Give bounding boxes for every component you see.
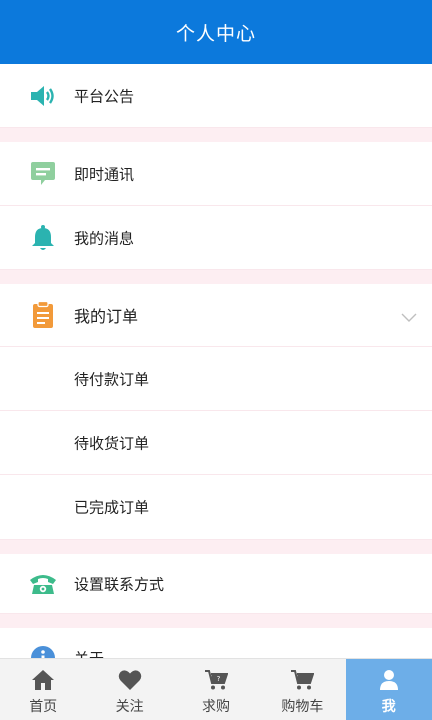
page-title: 个人中心 — [0, 0, 432, 64]
svg-text:?: ? — [217, 675, 221, 683]
about-item[interactable]: 关于 — [0, 628, 432, 658]
section-divider — [0, 540, 432, 554]
tab-home-label: 首页 — [29, 699, 58, 715]
tab-me-label: 我 — [381, 699, 396, 715]
tab-follow-label: 关注 — [115, 699, 144, 715]
phone-icon — [28, 569, 58, 599]
chevron-down-icon[interactable] — [400, 309, 418, 322]
announcement-label: 平台公告 — [74, 87, 135, 105]
tab-wanted[interactable]: ? 求购 — [173, 659, 259, 720]
tab-follow[interactable]: 关注 — [86, 659, 172, 720]
completed-item[interactable]: 已完成订单 — [0, 475, 432, 540]
tab-wanted-label: 求购 — [201, 699, 230, 715]
cart-icon — [290, 669, 315, 691]
heart-icon — [118, 669, 142, 691]
contact-item[interactable]: 设置联系方式 — [0, 554, 432, 614]
messages-label: 我的消息 — [74, 229, 135, 247]
bell-icon — [28, 223, 58, 253]
completed-label: 已完成订单 — [74, 498, 150, 517]
about-label: 关于 — [74, 648, 104, 659]
chat-bubble-icon — [28, 159, 58, 189]
tab-home[interactable]: 首页 — [0, 659, 86, 720]
chat-item[interactable]: 即时通讯 — [0, 142, 432, 206]
section-divider — [0, 270, 432, 284]
tab-cart-label: 购物车 — [281, 699, 324, 715]
announcement-item[interactable]: 平台公告 — [0, 64, 432, 128]
menu-list: 平台公告 即时通讯 我的消息 我的订单 待付款订单 待收货订单 已完成订单 设置… — [0, 64, 432, 658]
clipboard-icon — [28, 300, 58, 330]
tab-me[interactable]: 我 — [345, 659, 432, 720]
pending-receipt-item[interactable]: 待收货订单 — [0, 411, 432, 475]
speaker-icon — [28, 81, 58, 111]
chat-label: 即时通讯 — [74, 165, 135, 183]
orders-item[interactable]: 我的订单 — [0, 284, 432, 347]
cart-question-icon: ? — [204, 669, 229, 691]
pending-payment-label: 待付款订单 — [74, 370, 150, 388]
user-icon — [377, 669, 401, 691]
info-icon — [28, 643, 58, 658]
pending-receipt-label: 待收货订单 — [74, 434, 150, 452]
section-divider — [0, 614, 432, 628]
bottom-tab-bar: 首页 关注 ? 求购 购物车 我 — [0, 658, 432, 720]
tab-cart[interactable]: 购物车 — [259, 659, 345, 720]
pending-payment-item[interactable]: 待付款订单 — [0, 347, 432, 411]
contact-label: 设置联系方式 — [74, 575, 165, 593]
orders-label: 我的订单 — [74, 307, 139, 326]
messages-item[interactable]: 我的消息 — [0, 206, 432, 270]
home-icon — [31, 669, 55, 691]
